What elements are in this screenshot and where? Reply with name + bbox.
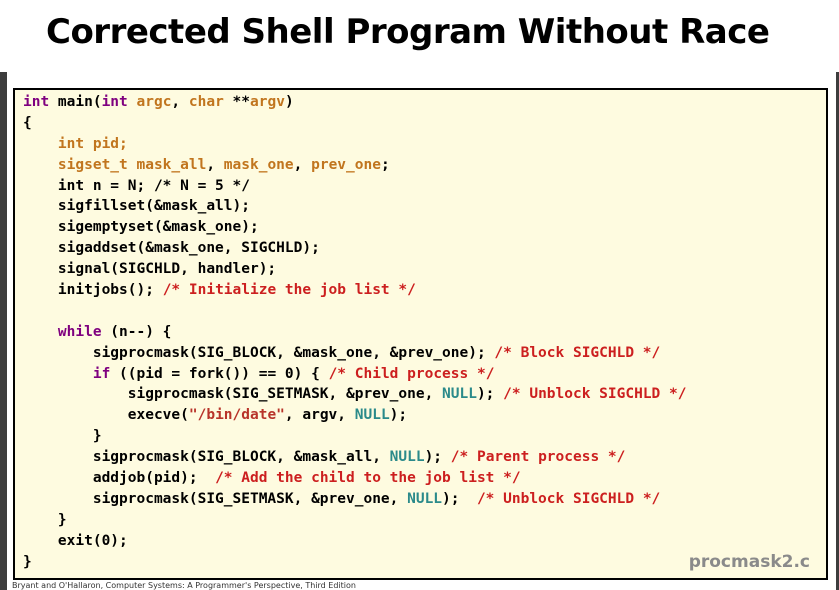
code-token: ,: [171, 94, 189, 110]
code-token: sigprocmask(SIG_BLOCK, &mask_all,: [23, 449, 390, 466]
code-token: /* Unblock SIGCHLD */: [476, 490, 661, 507]
code-token: );: [424, 449, 451, 466]
code-line: {: [23, 113, 686, 134]
code-token: {: [23, 114, 32, 131]
code-token: int: [23, 94, 58, 110]
code-token: argv: [250, 94, 285, 110]
code-token: NULL: [407, 490, 443, 507]
code-token: ,: [206, 156, 224, 173]
left-border-rule: [0, 72, 7, 590]
code-token: **: [232, 94, 251, 110]
code-line: sigemptyset(&mask_one);: [23, 217, 686, 238]
code-line: sigfillset(&mask_all);: [23, 196, 686, 217]
code-token: "/bin/date": [188, 407, 285, 424]
code-token: mask_one: [223, 156, 294, 173]
code-line: signal(SIGCHLD, handler);: [23, 259, 686, 280]
code-token: /* Child process */: [328, 365, 495, 382]
code-token: int: [101, 94, 137, 110]
code-token: sigset_t mask_all: [57, 156, 207, 173]
code-token: sigfillset(&mask_all);: [23, 198, 250, 215]
code-line: execve("/bin/date", argv, NULL);: [23, 405, 686, 426]
code-token: if: [92, 365, 111, 382]
code-token: (n--) {: [101, 323, 172, 340]
code-line: sigprocmask(SIG_SETMASK, &prev_one, NULL…: [23, 489, 686, 510]
code-token: int: [57, 135, 93, 152]
slide-title: Corrected Shell Program Without Race: [46, 12, 770, 52]
code-token: );: [442, 490, 477, 507]
code-token: , argv,: [284, 407, 355, 424]
code-token: pid;: [92, 135, 128, 152]
code-token: initjobs();: [23, 282, 163, 299]
code-token: /* Unblock SIGCHLD */: [503, 386, 687, 403]
code-token: ((pid = fork()) == 0) {: [110, 365, 329, 382]
code-listing: int main(int argc, char **argv){ int pid…: [23, 92, 686, 572]
code-token: /* Add the child to the job list */: [215, 470, 521, 487]
code-token: exit(0);: [23, 532, 128, 549]
code-line: sigprocmask(SIG_SETMASK, &prev_one, NULL…: [23, 384, 687, 405]
code-line: }: [23, 552, 686, 573]
code-token: sigaddset(&mask_one, SIGCHLD);: [23, 240, 320, 257]
code-line: sigprocmask(SIG_BLOCK, &mask_one, &prev_…: [23, 343, 686, 364]
code-token: char: [188, 94, 233, 110]
code-line: }: [23, 426, 686, 447]
code-line: int main(int argc, char **argv): [23, 92, 686, 113]
code-listing-box: int main(int argc, char **argv){ int pid…: [13, 88, 828, 580]
code-line: sigaddset(&mask_one, SIGCHLD);: [23, 238, 686, 259]
code-token: ): [284, 94, 294, 110]
code-token: NULL: [389, 449, 425, 466]
code-token: /* Initialize the job list */: [162, 282, 416, 299]
code-token: /* Block SIGCHLD */: [494, 344, 661, 361]
code-line: sigprocmask(SIG_BLOCK, &mask_all, NULL);…: [23, 447, 686, 468]
code-line: addjob(pid); /* Add the child to the job…: [23, 468, 686, 489]
code-token: sigprocmask(SIG_SETMASK, &prev_one,: [23, 386, 443, 403]
code-line: initjobs(); /* Initialize the job list *…: [23, 280, 686, 301]
code-token: NULL: [354, 407, 390, 424]
code-token: addjob(pid);: [23, 470, 216, 487]
slide: Corrected Shell Program Without Race int…: [0, 0, 839, 590]
code-token: }: [23, 511, 67, 528]
code-line: while (n--) {: [23, 322, 686, 343]
code-line: if ((pid = fork()) == 0) { /* Child proc…: [23, 364, 686, 385]
code-line: exit(0);: [23, 531, 686, 552]
slide-footer: Bryant and O'Hallaron, Computer Systems:…: [12, 581, 356, 590]
code-line: }: [23, 510, 686, 531]
code-token: sigprocmask(SIG_BLOCK, &mask_one, &prev_…: [23, 344, 495, 361]
code-token: signal(SIGCHLD, handler);: [23, 261, 277, 278]
code-token: sigprocmask(SIG_SETMASK, &prev_one,: [23, 490, 408, 507]
code-token: execve(: [23, 407, 189, 424]
code-token: argc: [136, 94, 172, 110]
code-line: int pid;: [23, 134, 686, 155]
code-token: while: [57, 323, 102, 340]
code-token: /* Parent process */: [450, 449, 626, 466]
code-token: ,: [293, 156, 312, 173]
code-token: sigemptyset(&mask_one);: [23, 219, 259, 236]
code-line: sigset_t mask_all, mask_one, prev_one;: [23, 155, 686, 176]
code-token: }: [23, 553, 32, 570]
code-token: );: [389, 407, 408, 424]
code-token: }: [23, 428, 102, 445]
code-token: int n = N; /* N = 5 */: [23, 177, 250, 194]
code-token: prev_one: [311, 156, 381, 173]
code-token: ;: [380, 156, 390, 173]
source-filename: procmask2.c: [688, 552, 810, 572]
code-token: main(: [57, 94, 102, 110]
code-line: int n = N; /* N = 5 */: [23, 176, 686, 197]
code-token: );: [476, 386, 504, 403]
code-token: NULL: [442, 386, 477, 403]
